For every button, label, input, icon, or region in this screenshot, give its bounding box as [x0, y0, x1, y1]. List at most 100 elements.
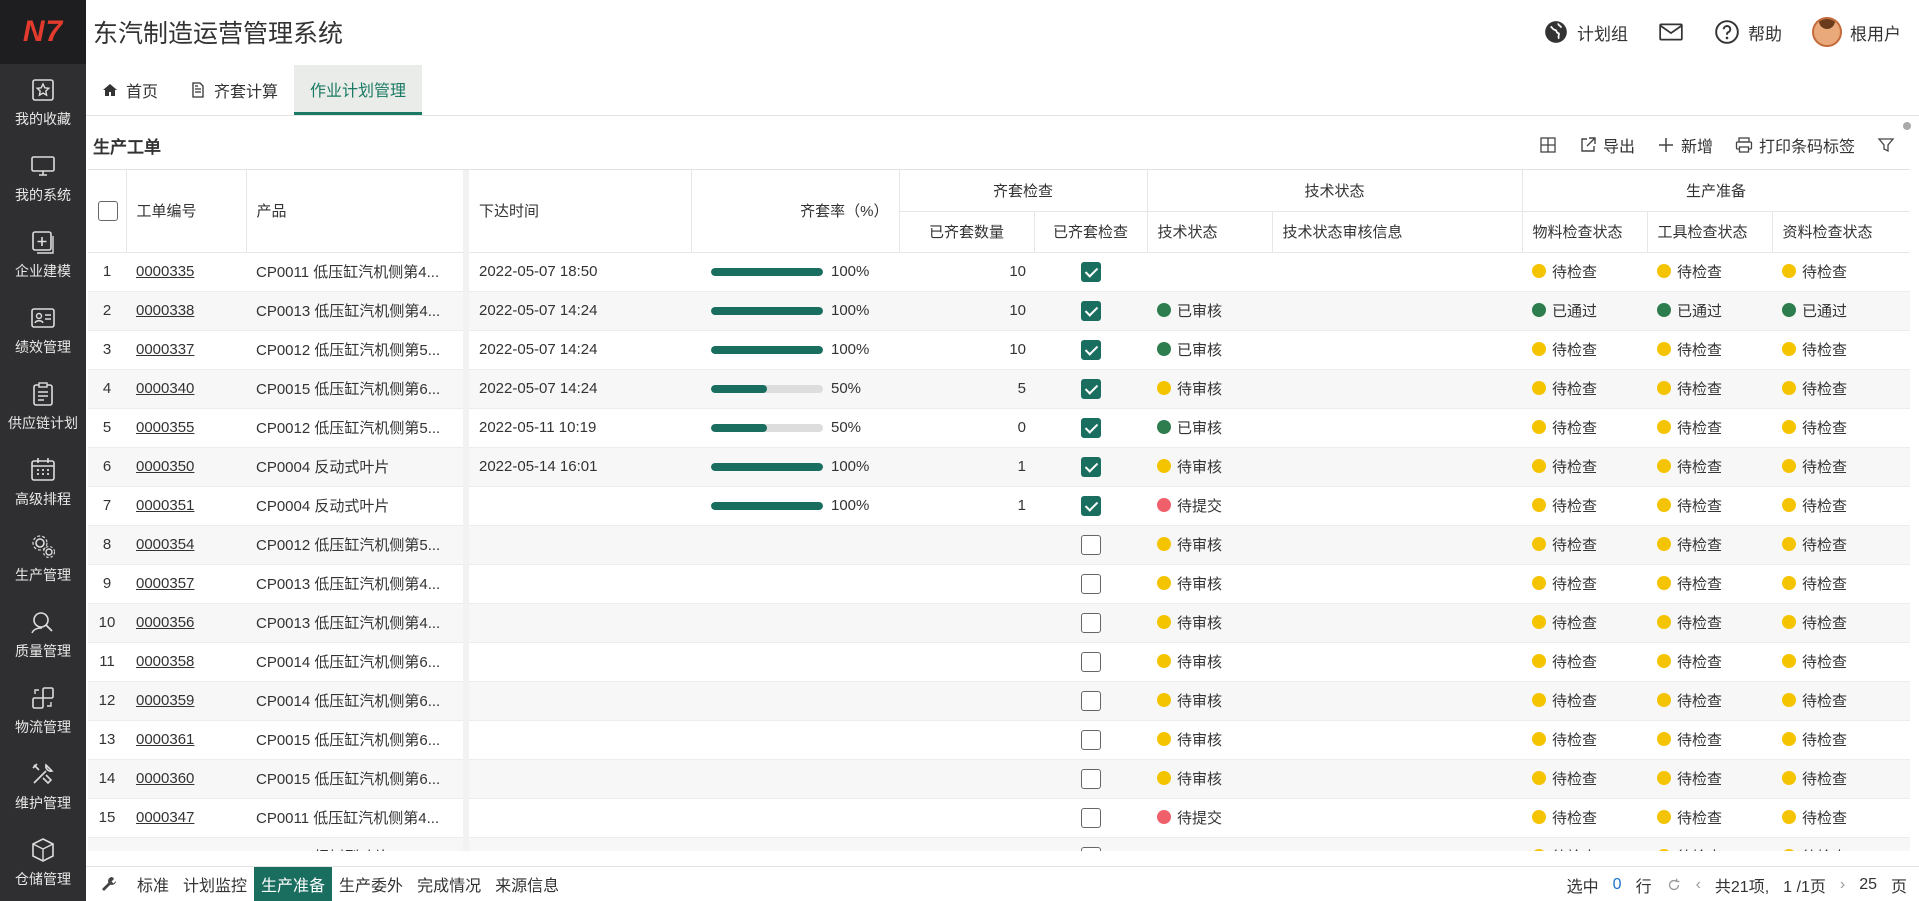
work-order-code[interactable]: CP0003: [126, 837, 246, 851]
work-order-link[interactable]: 0000337: [136, 341, 194, 358]
kit-checked-checkbox[interactable]: [1080, 495, 1101, 516]
table-row[interactable]: 2 0000338 CP0013 低压缸汽机侧第4... 2022-05-07 14:…: [88, 291, 1910, 331]
mail-button[interactable]: [1658, 19, 1684, 45]
sidebar-item-1[interactable]: 我的系统: [0, 140, 86, 216]
work-order-code[interactable]: 0000337: [126, 330, 246, 370]
table-row[interactable]: 15 0000347 CP0011 低压缸汽机侧第4... 待提交 待检查 待检查 待检查: [88, 798, 1910, 838]
work-order-link[interactable]: 0000357: [136, 575, 194, 592]
work-order-code[interactable]: 0000338: [126, 291, 246, 331]
table-row[interactable]: 11 0000358 CP0014 低压缸汽机侧第6... 待审核 待检查 待检查 待检查: [88, 642, 1910, 682]
col-kit-checked[interactable]: 已齐套检查: [1034, 211, 1148, 253]
work-order-link[interactable]: CP0003: [136, 848, 190, 851]
help-button[interactable]: 帮助: [1714, 19, 1782, 45]
refresh-icon[interactable]: [1666, 877, 1682, 893]
col-product[interactable]: 产品: [246, 170, 469, 253]
columns-button[interactable]: [1539, 136, 1557, 154]
work-order-code[interactable]: 0000356: [126, 603, 246, 643]
work-order-link[interactable]: 0000361: [136, 731, 194, 748]
table-row[interactable]: 13 0000361 CP0015 低压缸汽机侧第6... 待审核 待检查 待检查 待检查: [88, 720, 1910, 760]
work-order-link[interactable]: 0000335: [136, 263, 194, 280]
table-row[interactable]: 12 0000359 CP0014 低压缸汽机侧第6... 待审核 待检查 待检查 待检查: [88, 681, 1910, 721]
work-order-link[interactable]: 0000351: [136, 497, 194, 514]
kit-checked-checkbox[interactable]: [1080, 534, 1101, 555]
table-row[interactable]: 7 0000351 CP0004 反动式叶片 100% 1 待提交 待检查 待检查 待检查: [88, 486, 1910, 526]
next-page-icon[interactable]: ›: [1840, 876, 1845, 894]
work-order-link[interactable]: 0000347: [136, 809, 194, 826]
table-row[interactable]: 4 0000340 CP0015 低压缸汽机侧第6... 2022-05-07 14:…: [88, 369, 1910, 409]
sidebar-item-3[interactable]: 绩效管理: [0, 292, 86, 368]
sidebar-item-6[interactable]: 生产管理: [0, 520, 86, 596]
table-row[interactable]: 3 0000337 CP0012 低压缸汽机侧第5... 2022-05-07 14:…: [88, 330, 1910, 370]
work-order-code[interactable]: 0000350: [126, 447, 246, 487]
kit-checked-checkbox[interactable]: [1080, 378, 1101, 399]
footer-tab-5[interactable]: 来源信息: [488, 867, 566, 901]
work-order-link[interactable]: 0000355: [136, 419, 194, 436]
kit-checked-checkbox[interactable]: [1080, 729, 1101, 750]
col-tool-check[interactable]: 工具检查状态: [1647, 211, 1773, 253]
work-order-link[interactable]: 0000356: [136, 614, 194, 631]
footer-tab-2[interactable]: 生产准备: [254, 866, 333, 901]
sidebar-item-10[interactable]: 仓储管理: [0, 824, 86, 900]
work-order-code[interactable]: 0000358: [126, 642, 246, 682]
filter-button[interactable]: [1877, 136, 1895, 154]
col-tech-status[interactable]: 技术状态: [1147, 211, 1273, 253]
kit-checked-checkbox[interactable]: [1080, 300, 1101, 321]
sidebar-item-7[interactable]: 质量管理: [0, 596, 86, 672]
work-order-code[interactable]: 0000340: [126, 369, 246, 409]
col-release-time[interactable]: 下达时间: [466, 170, 692, 253]
kit-checked-checkbox[interactable]: [1080, 261, 1101, 282]
sidebar-item-2[interactable]: 企业建模: [0, 216, 86, 292]
table-row[interactable]: 8 0000354 CP0012 低压缸汽机侧第5... 待审核 待检查 待检查 待检查: [88, 525, 1910, 565]
plan-group-button[interactable]: 计划组: [1543, 19, 1628, 45]
kit-checked-checkbox[interactable]: [1080, 417, 1101, 438]
work-order-code[interactable]: 0000359: [126, 681, 246, 721]
table-row[interactable]: 14 0000360 CP0015 低压缸汽机侧第6... 待审核 待检查 待检查 待检查: [88, 759, 1910, 799]
table-row[interactable]: 6 0000350 CP0004 反动式叶片 2022-05-14 16:01 100%…: [88, 447, 1910, 487]
print-barcode-button[interactable]: 打印条码标签: [1735, 133, 1855, 157]
kit-checked-checkbox[interactable]: [1080, 846, 1101, 851]
work-order-link[interactable]: 0000360: [136, 770, 194, 787]
page-size[interactable]: 25: [1859, 876, 1877, 894]
tab-kit-calc[interactable]: 齐套计算: [174, 65, 294, 115]
app-logo[interactable]: N7: [0, 0, 86, 64]
work-order-link[interactable]: 0000338: [136, 302, 194, 319]
sidebar-item-9[interactable]: 维护管理: [0, 748, 86, 824]
sidebar-item-4[interactable]: 供应链计划: [0, 368, 86, 444]
work-order-code[interactable]: 0000361: [126, 720, 246, 760]
col-code[interactable]: 工单编号: [126, 170, 247, 253]
tab-job-plan[interactable]: 作业计划管理: [294, 65, 423, 115]
footer-tab-0[interactable]: 标准: [130, 867, 176, 901]
prev-page-icon[interactable]: ‹: [1696, 876, 1701, 894]
kit-checked-checkbox[interactable]: [1080, 612, 1101, 633]
footer-tab-4[interactable]: 完成情况: [410, 867, 488, 901]
table-row[interactable]: 5 0000355 CP0012 低压缸汽机侧第5... 2022-05-11 10:…: [88, 408, 1910, 448]
work-order-code[interactable]: 0000347: [126, 798, 246, 838]
work-order-code[interactable]: 0000354: [126, 525, 246, 565]
sidebar-item-8[interactable]: 物流管理: [0, 672, 86, 748]
tab-home[interactable]: 首页: [86, 65, 174, 115]
sidebar-item-5[interactable]: 高级排程: [0, 444, 86, 520]
work-order-link[interactable]: 0000359: [136, 692, 194, 709]
kit-checked-checkbox[interactable]: [1080, 456, 1101, 477]
table-row[interactable]: 9 0000357 CP0013 低压缸汽机侧第4... 待审核 待检查 待检查 待检查: [88, 564, 1910, 604]
col-tech-info[interactable]: 技术状态审核信息: [1272, 211, 1523, 253]
work-order-link[interactable]: 0000340: [136, 380, 194, 397]
col-material-check[interactable]: 物料检查状态: [1522, 211, 1648, 253]
work-order-code[interactable]: 0000351: [126, 486, 246, 526]
work-order-code[interactable]: 0000335: [126, 252, 246, 292]
col-doc-check[interactable]: 资料检查状态: [1772, 211, 1910, 253]
wrench-icon[interactable]: [100, 875, 118, 893]
kit-checked-checkbox[interactable]: [1080, 690, 1101, 711]
select-all-checkbox[interactable]: [98, 200, 118, 221]
export-button[interactable]: 导出: [1579, 133, 1635, 157]
footer-tab-1[interactable]: 计划监控: [176, 867, 254, 901]
work-order-link[interactable]: 0000350: [136, 458, 194, 475]
kit-checked-checkbox[interactable]: [1080, 651, 1101, 672]
footer-tab-3[interactable]: 生产委外: [332, 867, 410, 901]
table-row[interactable]: 16 CP0003 CP0005 扭树型叶片待检查 待检查 待检查: [88, 837, 1910, 851]
col-kit-rate[interactable]: 齐套率（%）: [691, 170, 900, 253]
user-menu[interactable]: 根用户: [1812, 17, 1901, 47]
work-order-link[interactable]: 0000358: [136, 653, 194, 670]
work-order-code[interactable]: 0000355: [126, 408, 246, 448]
table-row[interactable]: 10 0000356 CP0013 低压缸汽机侧第4... 待审核 待检查 待检查 待检查: [88, 603, 1910, 643]
